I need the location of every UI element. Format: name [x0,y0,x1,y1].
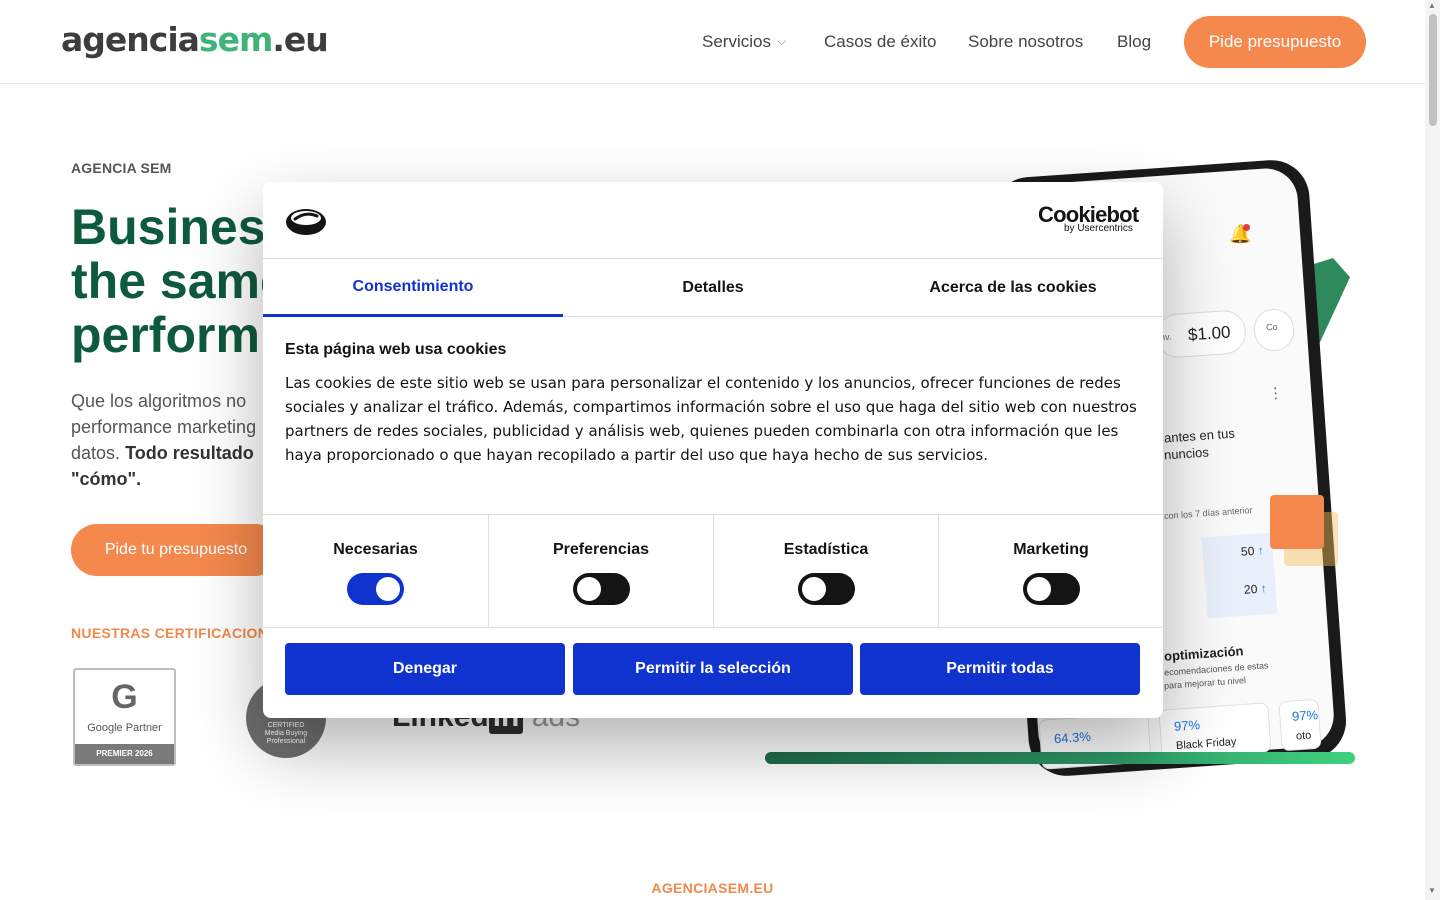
page-scrollbar[interactable] [1425,0,1440,900]
arrow-up-icon: ↑ [1257,543,1265,558]
google-partner-badge: G Google Partner PREMIER 2026 [73,668,176,766]
nav-servicios-label: Servicios [702,32,771,51]
cookiebot-logo-icon [286,209,326,235]
chevron-down-icon: ⌵ [776,34,787,48]
nav-blog[interactable]: Blog [1117,32,1151,52]
toggle-label-estadistica: Estadística [783,541,869,558]
toggle-knob [802,577,826,601]
arrow-up-icon: ↑ [1260,581,1268,596]
allow-selection-button[interactable]: Permitir la selección [573,643,853,695]
google-g-icon: G [111,678,138,716]
tab-consentimiento[interactable]: Consentimiento [263,259,563,317]
logo-text-agencia: agencia [61,20,200,59]
phone-value-1-text: 50 [1240,543,1255,559]
toggle-label-preferencias: Preferencias [552,541,650,558]
toggle-group-marketing: Marketing [938,515,1163,628]
hero-sub-line-4: "cómo". [71,469,142,489]
tab-detalles[interactable]: Detalles [563,259,863,317]
toggle-group-necesarias: Necesarias [263,515,488,628]
decorative-orange-square [1270,495,1324,549]
logo-text-eu: .eu [272,20,328,59]
toggle-estadistica[interactable] [798,573,855,605]
toggle-knob [577,577,601,601]
more-vert-icon: ⋮ [1267,384,1284,403]
phone-value-1: 50 ↑ [1241,543,1265,559]
toggle-group-estadistica: Estadística [713,515,938,628]
toggle-knob [376,577,400,601]
toggle-preferencias[interactable] [573,573,630,605]
pide-tu-presupuesto-button[interactable]: Pide tu presupuesto [71,524,281,576]
phone-pct-2: 97% [1173,717,1201,734]
notification-dot [1243,224,1250,231]
nav-servicios[interactable]: Servicios ⌵ [702,32,786,52]
phone-value-2: 20 ↑ [1244,581,1268,597]
allow-all-button[interactable]: Permitir todas [860,643,1140,695]
scroll-up-arrow-icon[interactable]: ▲ [1428,1,1436,10]
cookie-toggles: Necesarias Preferencias Estadística Mark… [263,514,1163,628]
cookie-consent-dialog: Cookiebot by Usercentrics Consentimiento… [263,182,1163,718]
meta-badge-line-2: Media Buying [264,730,308,737]
deny-button[interactable]: Denegar [285,643,565,695]
scroll-down-arrow-icon[interactable]: ▼ [1428,886,1436,895]
section-kicker: AGENCIASEM.EU [651,880,774,896]
phone-headline-2: nuncios [1163,444,1210,463]
phone-pct-1: 64.3% [1053,728,1092,747]
pide-presupuesto-button[interactable]: Pide presupuesto [1184,16,1366,68]
site-header: agenciasem.eu Servicios ⌵ Casos de éxito … [0,0,1425,84]
google-premier-bar: PREMIER 2026 [75,744,174,764]
certifications-title: NUESTRAS CERTIFICACIONE [71,625,278,641]
toggle-knob [1027,577,1051,601]
site-logo[interactable]: agenciasem.eu [61,20,329,59]
hero-sub-line-3a: datos. [71,443,121,463]
tab-acerca-de-las-cookies[interactable]: Acerca de las cookies [863,259,1163,317]
phone-price: $1.00 [1187,322,1232,345]
phone-pct-3: 97% [1291,707,1319,724]
hero-eyebrow: AGENCIA SEM [71,160,172,176]
scrollbar-thumb[interactable] [1429,14,1437,126]
cookie-tabs: Consentimiento Detalles Acerca de las co… [263,259,1163,317]
cookie-dialog-title: Esta página web usa cookies [285,341,507,358]
hero-sub-line-3b: Todo resultado [125,443,254,463]
toggle-group-preferencias: Preferencias [488,515,713,628]
cookiebot-brand-sub: by Usercentrics [1064,223,1133,234]
meta-badge-text: CERTIFIED Media Buying Professional [246,722,326,746]
cookie-dialog-body: Las cookies de este sitio web se usan pa… [285,374,1137,464]
logo-text-sem: sem [198,20,273,59]
meta-badge-line-1: CERTIFIED [267,722,305,729]
cookie-dialog-header: Cookiebot by Usercentrics [263,182,1163,259]
decorative-green-bar [765,752,1355,764]
phone-chip-2-label: Co [1265,321,1278,333]
toggle-marketing[interactable] [1023,573,1080,605]
toggle-necesarias[interactable] [347,573,404,605]
nav-sobre-nosotros[interactable]: Sobre nosotros [968,32,1083,52]
toggle-label-marketing: Marketing [1013,541,1089,558]
phone-oto-label: oto [1295,729,1312,743]
toggle-label-necesarias: Necesarias [333,541,418,558]
google-partner-label: Google Partner [87,722,162,734]
meta-badge-line-3: Professional [266,738,306,745]
phone-value-2-text: 20 [1243,581,1258,597]
nav-casos-de-exito[interactable]: Casos de éxito [824,32,936,52]
